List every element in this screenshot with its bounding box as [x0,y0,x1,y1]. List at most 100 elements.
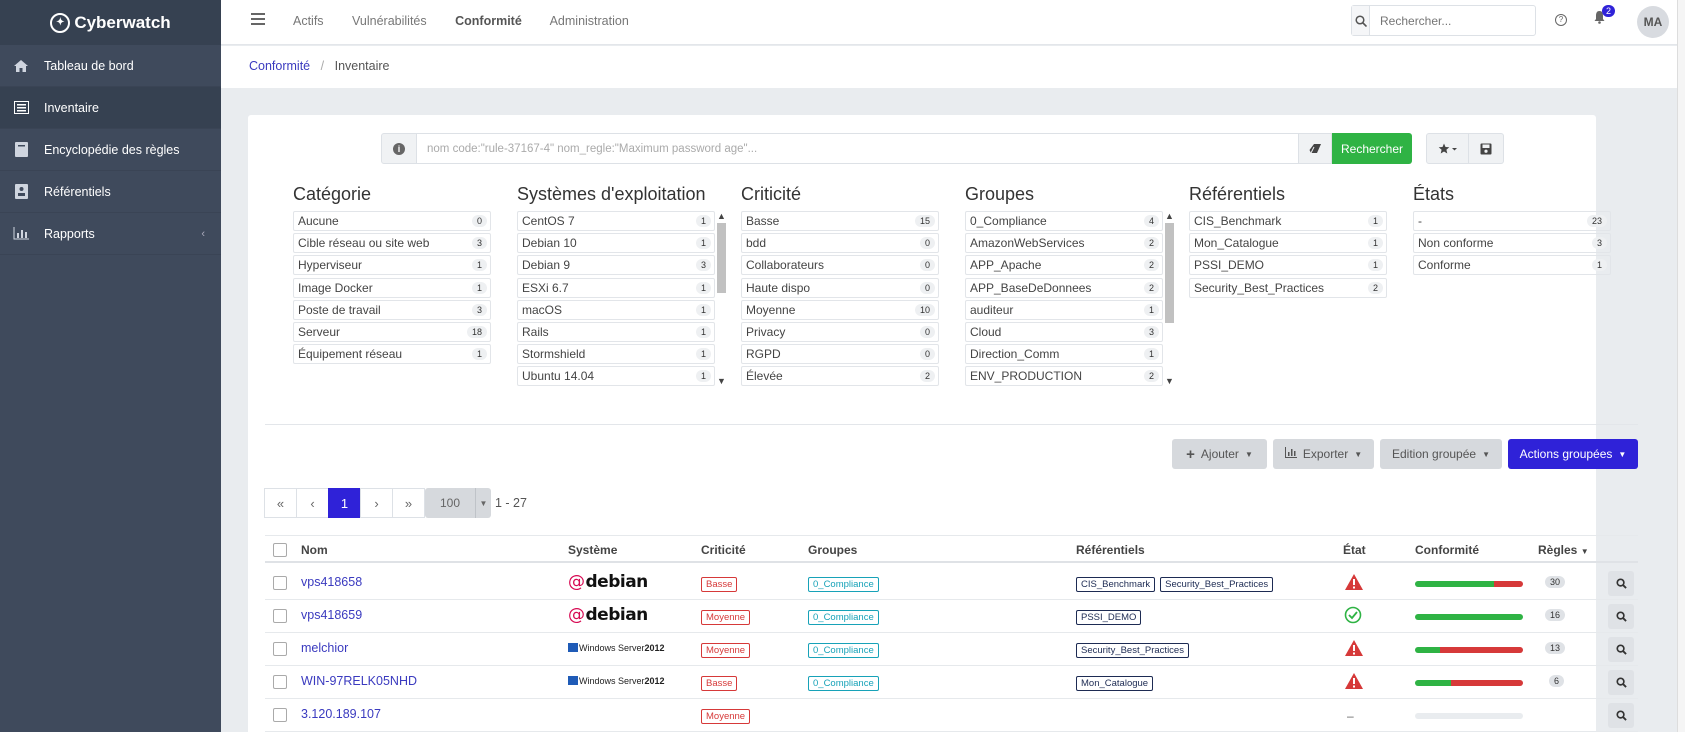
col-state[interactable]: État [1343,543,1366,557]
group-badge[interactable]: 0_Compliance [808,643,879,658]
facet-scrollbar[interactable]: ▲ ▼ [1164,211,1175,386]
search-input[interactable] [1370,6,1535,35]
table-row[interactable]: WIN-97RELK05NHD Windows Server2012 Basse 0_… [265,666,1638,699]
facet-item[interactable]: CIS_Benchmark 1 [1189,211,1387,231]
referential-badge[interactable]: Security_Best_Practices [1160,577,1274,592]
asset-name-link[interactable]: melchior [301,641,348,655]
facet-item[interactable]: APP_Apache 2 [965,255,1163,276]
row-checkbox[interactable] [273,609,287,623]
facet-item[interactable]: Image Docker 1 [293,277,491,298]
page-scrollbar[interactable] [1677,0,1685,732]
facet-item[interactable]: Serveur 18 [293,321,491,342]
facet-item[interactable]: Cible réseau ou site web 3 [293,233,491,254]
sidebar-item-dashboard[interactable]: Tableau de bord [0,45,221,87]
group-badge[interactable]: 0_Compliance [808,676,879,691]
export-button[interactable]: Exporter ▼ [1273,439,1374,469]
facet-item[interactable]: Conforme 1 [1413,255,1611,276]
breadcrumb-compliance[interactable]: Conformité [249,59,310,73]
hamburger-menu-icon[interactable] [251,13,265,25]
col-criticity[interactable]: Criticité [701,543,746,557]
facet-item[interactable]: Stormshield 1 [517,344,715,365]
referential-badge[interactable]: PSSI_DEMO [1076,610,1142,625]
magnifier-icon[interactable] [1608,604,1634,629]
facet-item[interactable]: Debian 9 3 [517,255,715,276]
col-referentials[interactable]: Référentiels [1076,543,1145,557]
magnifier-icon[interactable] [1608,571,1634,596]
bulk-edit-button[interactable]: Edition groupée ▼ [1380,439,1502,469]
referential-badge[interactable]: Security_Best_Practices [1076,643,1189,658]
info-icon[interactable]: i [381,133,417,164]
facet-item[interactable]: Security_Best_Practices 2 [1189,277,1387,298]
facet-item[interactable]: Non conforme 3 [1413,233,1611,254]
topnav-vulnerabilities[interactable]: Vulnérabilités [352,14,427,28]
facet-item[interactable]: Moyenne 10 [741,299,939,320]
table-row[interactable]: 3.120.189.107 Moyenne – [265,699,1638,732]
next-page-button[interactable]: › [360,488,393,518]
facet-item[interactable]: Debian 10 1 [517,233,715,254]
facet-item[interactable]: macOS 1 [517,299,715,320]
facet-item[interactable]: PSSI_DEMO 1 [1189,255,1387,276]
row-checkbox[interactable] [273,576,287,590]
select-all-checkbox[interactable] [273,543,287,557]
magnifier-icon[interactable] [1608,670,1634,695]
per-page-select[interactable]: 100 ▼ [425,488,491,518]
prev-page-button[interactable]: ‹ [296,488,329,518]
table-row[interactable]: vps418659 @debian Moyenne 0_Compliance PSSI_… [265,600,1638,633]
sidebar-item-rules-encyclopedia[interactable]: Encyclopédie des règles [0,129,221,171]
facet-item[interactable]: Mon_Catalogue 1 [1189,233,1387,254]
facet-item[interactable]: APP_BaseDeDonnees 2 [965,277,1163,298]
referential-badge[interactable]: CIS_Benchmark [1076,577,1156,592]
col-groups[interactable]: Groupes [808,543,857,557]
facet-item[interactable]: Basse 15 [741,211,939,231]
facet-item[interactable]: RGPD 0 [741,344,939,365]
col-conformity[interactable]: Conformité [1415,543,1479,557]
facet-item[interactable]: Rails 1 [517,321,715,342]
facet-item[interactable]: bdd 0 [741,233,939,254]
sidebar-item-referentials[interactable]: Référentiels [0,171,221,213]
asset-name-link[interactable]: vps418658 [301,575,362,589]
facet-item[interactable]: Ubuntu 14.04 1 [517,366,715,387]
group-badge[interactable]: 0_Compliance [808,577,879,592]
facet-item[interactable]: Équipement réseau 1 [293,344,491,365]
page-current[interactable]: 1 [328,488,361,518]
asset-name-link[interactable]: 3.120.189.107 [301,707,381,721]
topnav-assets[interactable]: Actifs [293,14,324,28]
facet-item[interactable]: Privacy 0 [741,321,939,342]
asset-name-link[interactable]: WIN-97RELK05NHD [301,674,417,688]
sidebar-item-inventory[interactable]: Inventaire [0,87,221,129]
save-icon[interactable] [1469,133,1504,164]
facet-item[interactable]: 0_Compliance 4 [965,211,1163,231]
eraser-icon[interactable] [1299,133,1332,164]
filter-input[interactable]: nom code:"rule-37167-4" nom_regle:"Maxim… [417,133,1299,164]
row-checkbox[interactable] [273,675,287,689]
col-name[interactable]: Nom [301,543,328,557]
facet-item[interactable]: Aucune 0 [293,211,491,231]
add-button[interactable]: + Ajouter ▼ [1172,439,1267,469]
row-checkbox[interactable] [273,642,287,656]
col-rules[interactable]: Règles ▼ [1538,543,1589,557]
row-checkbox[interactable] [273,708,287,722]
favorites-star-icon[interactable] [1426,133,1469,164]
facet-scrollbar[interactable]: ▲ ▼ [716,211,727,386]
last-page-button[interactable]: » [392,488,425,518]
sidebar-item-reports[interactable]: Rapports ‹ [0,213,221,255]
topnav-administration[interactable]: Administration [550,14,629,28]
facet-item[interactable]: - 23 [1413,211,1611,231]
topnav-compliance[interactable]: Conformité [455,14,522,28]
facet-item[interactable]: Élevée 2 [741,366,939,387]
facet-item[interactable]: Poste de travail 3 [293,299,491,320]
brand[interactable]: ✦ Cyberwatch [0,0,221,45]
facet-item[interactable]: Haute dispo 0 [741,277,939,298]
facet-item[interactable]: Direction_Comm 1 [965,344,1163,365]
help-icon[interactable]: ? [1555,14,1567,26]
notifications-bell-icon[interactable]: 2 [1593,5,1616,28]
table-row[interactable]: vps418658 @debian Basse 0_Compliance CIS_Ben… [265,567,1638,600]
facet-item[interactable]: Hyperviseur 1 [293,255,491,276]
magnifier-icon[interactable] [1608,637,1634,662]
facet-item[interactable]: ENV_PRODUCTION 2 [965,366,1163,387]
chevron-left-icon[interactable]: ‹ [201,228,205,240]
facet-item[interactable]: auditeur 1 [965,299,1163,320]
facet-item[interactable]: AmazonWebServices 2 [965,233,1163,254]
referential-badge[interactable]: Mon_Catalogue [1076,676,1154,691]
col-system[interactable]: Système [568,543,617,557]
